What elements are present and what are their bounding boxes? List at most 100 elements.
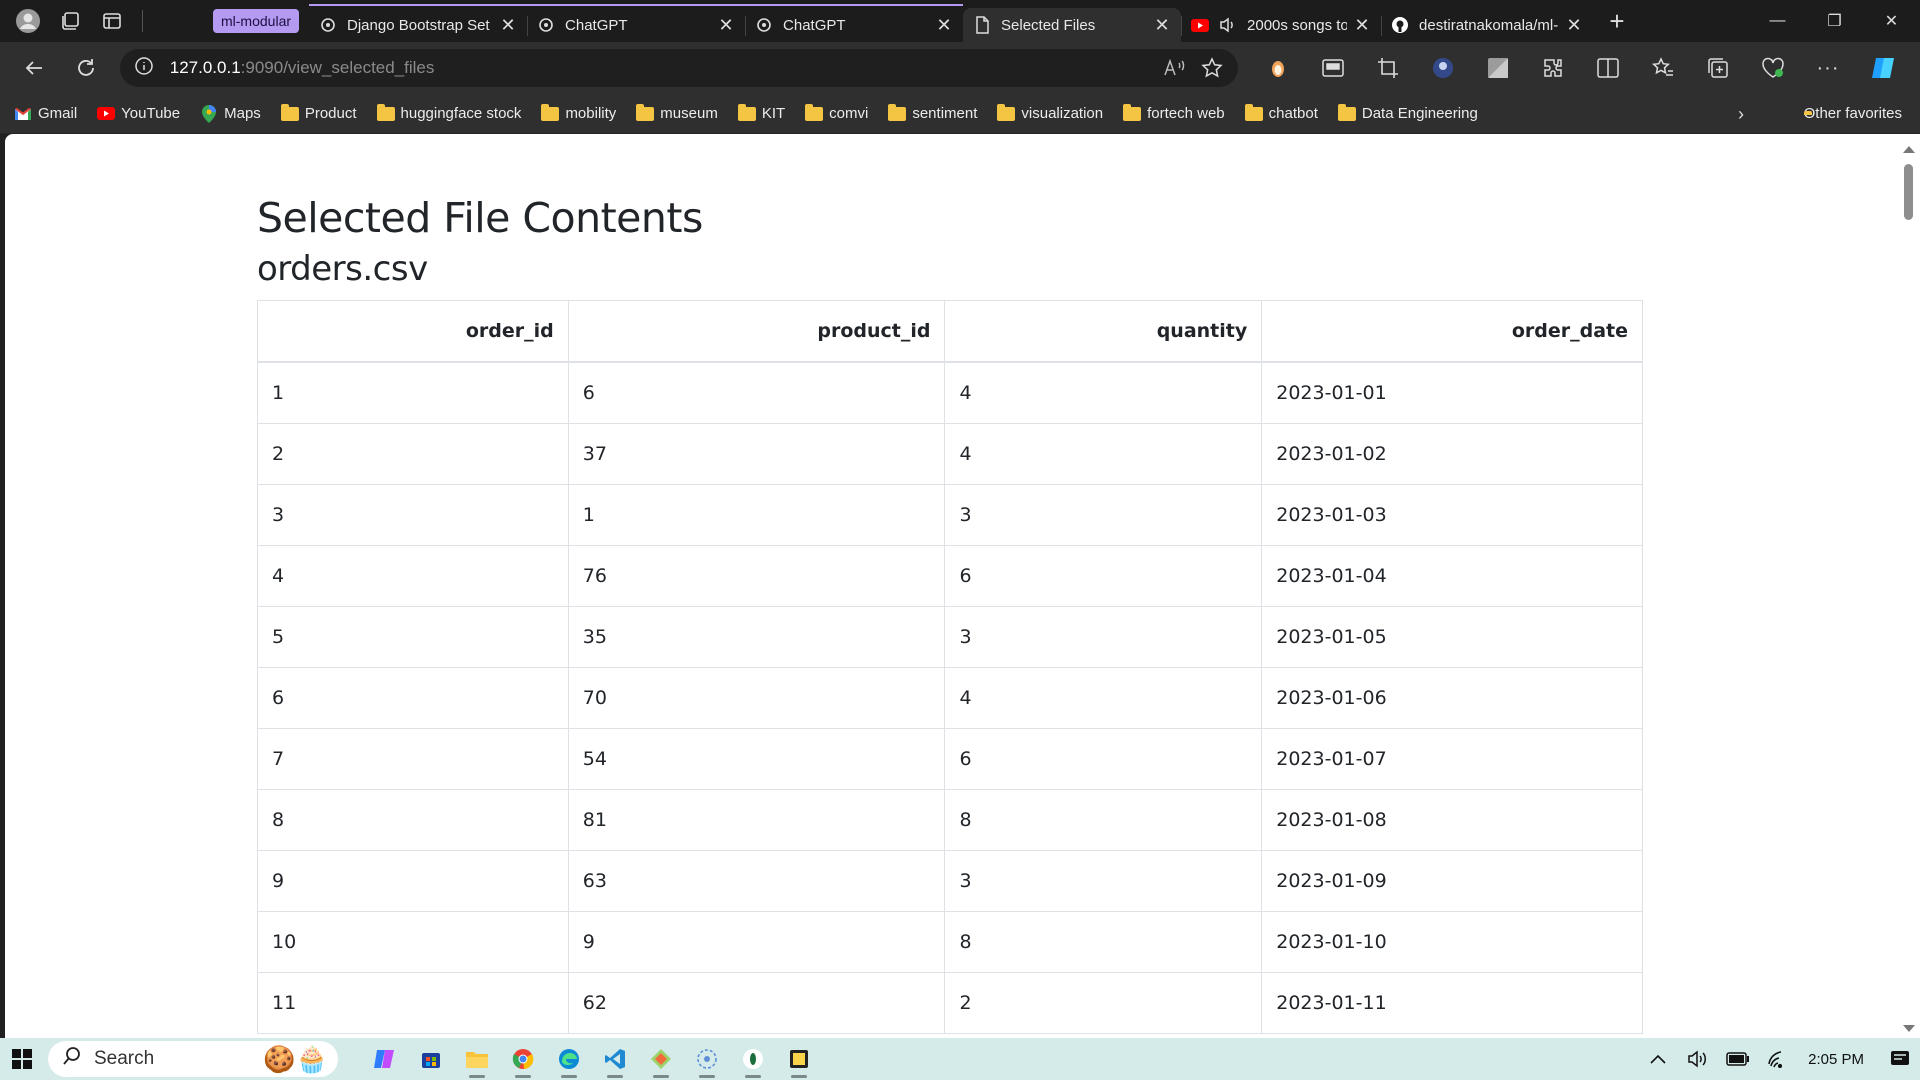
tab-group-chip[interactable]: ml-modular: [213, 9, 300, 33]
bookmark-youtube[interactable]: YouTube: [97, 105, 180, 122]
browser-essentials-icon[interactable]: [1755, 50, 1791, 86]
close-icon[interactable]: ✕: [717, 15, 735, 35]
notes-icon[interactable]: [730, 1038, 776, 1080]
taskbar-clock[interactable]: 2:05 PM: [1808, 1051, 1864, 1068]
scrollbar-thumb[interactable]: [1904, 164, 1913, 220]
battery-icon[interactable]: [1718, 1038, 1758, 1080]
column-header-product-id: product_id: [567, 299, 946, 364]
bookmark-folder-sentiment[interactable]: sentiment: [888, 103, 977, 122]
extension-square-icon[interactable]: [1480, 50, 1516, 86]
table-row: 3 1 3 2023-01-03: [257, 483, 1643, 546]
file-name-heading: orders.csv: [257, 249, 428, 290]
speaker-icon[interactable]: [1219, 16, 1237, 34]
copilot-icon[interactable]: [1865, 50, 1901, 86]
bookmark-folder-product[interactable]: Product: [280, 103, 357, 122]
bookmark-folder-data-engineering[interactable]: Data Engineering: [1337, 103, 1478, 122]
page-scrollbar[interactable]: [1897, 134, 1920, 1038]
other-favorites[interactable]: Other favorites: [1804, 105, 1902, 122]
url-host: 127.0.0.1: [169, 58, 241, 77]
tab-youtube-songs[interactable]: 2000s songs to l ✕: [1181, 8, 1381, 42]
new-tab-button[interactable]: +: [1601, 5, 1633, 37]
notifications-icon[interactable]: [1880, 1038, 1920, 1080]
close-icon[interactable]: ✕: [499, 15, 517, 35]
tab-chatgpt-2[interactable]: ChatGPT ✕: [745, 4, 964, 42]
close-icon[interactable]: ✕: [935, 15, 953, 35]
url-text[interactable]: 127.0.0.1:9090/view_selected_files: [170, 58, 1148, 78]
page-icon: [973, 16, 991, 34]
table-row: 11 62 2 2023-01-11: [257, 971, 1643, 1034]
scroll-down-icon[interactable]: [1903, 1025, 1915, 1032]
tab-django-bootstrap[interactable]: Django Bootstrap Set ✕: [309, 4, 528, 42]
chevron-up-icon[interactable]: [1638, 1038, 1678, 1080]
file-explorer-icon[interactable]: [454, 1038, 500, 1080]
extension-avatar-icon[interactable]: [1425, 50, 1461, 86]
bookmark-folder-huggingface-stock[interactable]: huggingface stock: [376, 103, 521, 122]
table-cell: 2023-01-01: [1261, 361, 1643, 424]
bookmark-maps[interactable]: Maps: [200, 104, 261, 123]
table-cell: 2023-01-03: [1261, 483, 1643, 546]
volume-icon[interactable]: [1678, 1038, 1718, 1080]
site-info-icon[interactable]: [134, 56, 154, 81]
bookmark-folder-mobility[interactable]: mobility: [541, 103, 616, 122]
read-aloud-icon[interactable]: [1162, 56, 1186, 80]
divider: [142, 10, 143, 32]
table-row: 5 35 3 2023-01-05: [257, 605, 1643, 668]
store-icon[interactable]: [408, 1038, 454, 1080]
screenshot-icon[interactable]: [1370, 50, 1406, 86]
windows-start-icon[interactable]: [0, 1038, 44, 1080]
sticky-notes-icon[interactable]: [776, 1038, 822, 1080]
table-cell: 2023-01-05: [1261, 605, 1643, 668]
close-icon[interactable]: ✕: [1153, 15, 1171, 35]
table-cell: 5: [257, 605, 569, 668]
vscode-icon[interactable]: [592, 1038, 638, 1080]
favorite-star-icon[interactable]: [1200, 56, 1224, 80]
split-screen-icon[interactable]: [1590, 50, 1626, 86]
reading-view-icon[interactable]: [1315, 50, 1351, 86]
bookmark-folder-kit[interactable]: KIT: [737, 103, 785, 122]
workspaces-icon[interactable]: [56, 7, 84, 35]
folder-icon: [805, 103, 824, 122]
chatgpt-icon: [319, 16, 337, 34]
tab-selected-files[interactable]: Selected Files ✕: [963, 8, 1182, 42]
restore-icon[interactable]: ❐: [1806, 0, 1863, 42]
table-cell: 54: [567, 727, 946, 790]
bookmark-folder-visualization[interactable]: visualization: [997, 103, 1103, 122]
bookmark-gmail[interactable]: Gmail: [14, 105, 77, 122]
folder-icon: [1244, 103, 1263, 122]
bookmark-folder-fortech-web[interactable]: fortech web: [1123, 103, 1225, 122]
git-icon[interactable]: [638, 1038, 684, 1080]
tab-github[interactable]: destiratnakomala/ml- ✕: [1381, 8, 1593, 42]
system-tray: 2:05 PM: [1638, 1038, 1920, 1080]
close-window-icon[interactable]: ✕: [1863, 0, 1920, 42]
table-cell: 11: [257, 971, 569, 1034]
refresh-button[interactable]: [68, 50, 104, 86]
table-cell: 76: [567, 544, 946, 607]
bookmark-folder-chatbot[interactable]: chatbot: [1244, 103, 1318, 122]
bookmark-folder-museum[interactable]: museum: [636, 103, 718, 122]
tab-title: Selected Files: [1001, 16, 1096, 34]
tab-actions-icon[interactable]: [98, 7, 126, 35]
more-menu-icon[interactable]: ···: [1810, 50, 1846, 86]
wifi-icon[interactable]: [1758, 1038, 1798, 1080]
close-icon[interactable]: ✕: [1565, 15, 1583, 35]
collections-icon[interactable]: [1700, 50, 1736, 86]
bookmark-folder-comvi[interactable]: comvi: [805, 103, 868, 122]
close-icon[interactable]: ✕: [1353, 15, 1371, 35]
extensions-puzzle-icon[interactable]: [1535, 50, 1571, 86]
taskbar-search[interactable]: Search 🍪🧁: [48, 1041, 338, 1077]
table-row: 6 70 4 2023-01-06: [257, 666, 1643, 729]
app-icon[interactable]: [684, 1038, 730, 1080]
scroll-up-icon[interactable]: [1903, 146, 1915, 153]
minimize-icon[interactable]: —: [1749, 0, 1806, 42]
profile-avatar-icon[interactable]: [14, 7, 42, 35]
back-button[interactable]: [16, 50, 52, 86]
tab-chatgpt-1[interactable]: ChatGPT ✕: [527, 4, 746, 42]
address-bar[interactable]: 127.0.0.1:9090/view_selected_files: [119, 49, 1238, 87]
edge-icon[interactable]: [546, 1038, 592, 1080]
other-favorites-label: Other favorites: [1803, 105, 1902, 122]
chevron-right-icon[interactable]: ›: [1738, 104, 1744, 125]
extension-icon[interactable]: [1260, 50, 1296, 86]
chrome-icon[interactable]: [500, 1038, 546, 1080]
copilot-icon[interactable]: [362, 1038, 408, 1080]
favorites-icon[interactable]: [1645, 50, 1681, 86]
